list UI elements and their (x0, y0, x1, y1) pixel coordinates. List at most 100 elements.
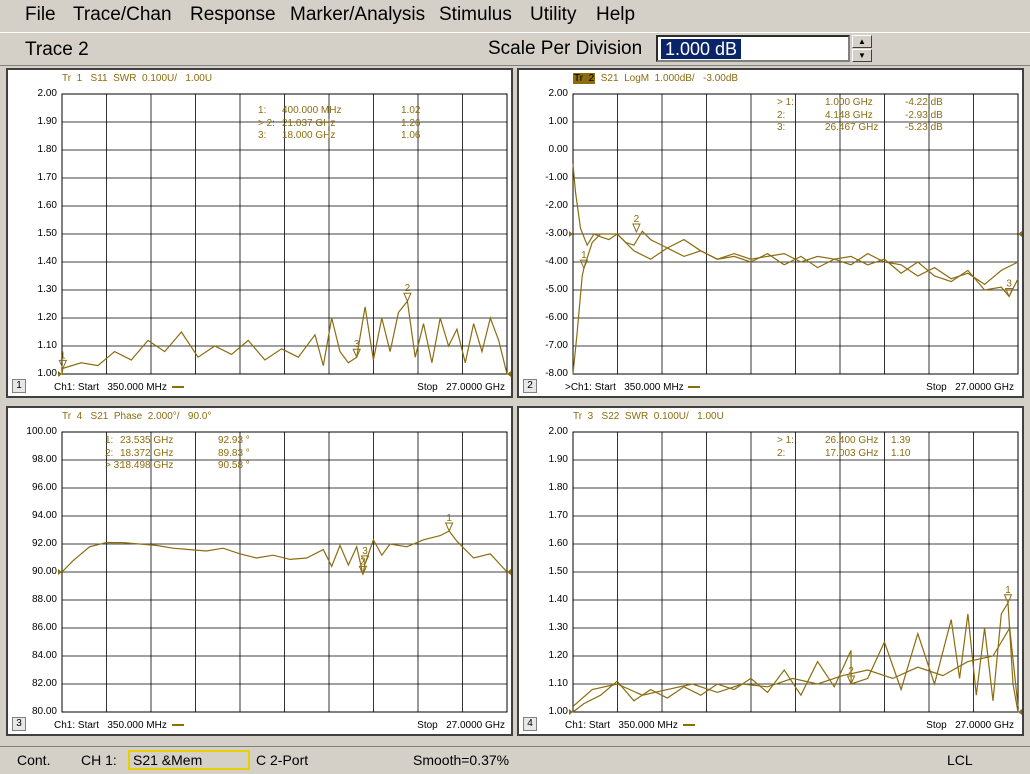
marker-readout-row[interactable]: 2: 17.003 GHz 1.10 (519, 448, 1018, 461)
y-tick-label: 1.40 (548, 594, 568, 605)
y-tick-label: 1.80 (548, 482, 568, 493)
y-tick-label: 0.00 (548, 144, 568, 155)
trace-window-4[interactable]: Tr 3 S22 SWR 0.100U/ 1.00U 1 2 2.00 1.90 1.80… (517, 406, 1024, 736)
marker-1-label: 1 (1005, 585, 1011, 596)
trace-window-3[interactable]: Tr 4 S21 Phase 2.000°/ 90.0° 1 2 3 100.00 98.… (6, 406, 513, 736)
marker-1-triangle (444, 522, 454, 533)
stop-frequency-label[interactable]: Stop 27.0000 GHz (926, 720, 1014, 732)
marker-label: > 2: (258, 117, 275, 129)
window-number: 1 (12, 379, 26, 393)
status-smoothing: Smooth=0.37% (413, 752, 510, 768)
marker-readout-row[interactable]: > 3: 18.498 GHz 90.58 ° (8, 460, 507, 473)
start-frequency-label[interactable]: Ch1: Start 350.000 MHz (54, 382, 184, 394)
menu-marker-analysis[interactable]: Marker/Analysis (290, 4, 425, 26)
reference-level-right-arrow (1018, 231, 1022, 237)
y-tick-label: 92.00 (31, 538, 57, 549)
marker-2-triangle (403, 292, 412, 303)
reference-level-left-arrow (58, 569, 62, 575)
trace-color-swatch-icon (688, 386, 701, 389)
reference-level-left-arrow (58, 371, 62, 377)
y-tick-label: 2.00 (37, 88, 57, 99)
marker-3-label: 3 (362, 546, 368, 557)
menu-trace-chan[interactable]: Trace/Chan (73, 4, 172, 26)
marker-label: > 1: (777, 97, 794, 108)
stop-frequency-label[interactable]: Stop 27.0000 GHz (926, 382, 1014, 394)
trace-window-1[interactable]: Tr 1 S11 SWR 0.100U/ 1.00U 1 2 3 2.00 1.90 1.8… (6, 68, 513, 398)
scale-per-division-input[interactable]: 1.000 dB (656, 35, 850, 62)
marker-2-label: 2 (360, 556, 366, 567)
window-number: 3 (12, 717, 26, 731)
y-tick-label: 88.00 (31, 594, 57, 605)
y-tick-label: 1.30 (548, 622, 568, 633)
marker-readout-row[interactable]: 3: 26.467 GHz -5.23 dB (519, 122, 1018, 135)
marker-freq: 18.372 GHz (120, 447, 174, 459)
y-tick-label: 84.00 (31, 650, 57, 661)
y-tick-label: 1.30 (37, 284, 57, 295)
marker-value: 1.06 (401, 130, 421, 141)
start-frequency-label[interactable]: Ch1: Start 350.000 MHz (54, 720, 184, 732)
status-bar: Cont. CH 1: S21 &Mem C 2-Port Smooth=0.3… (0, 746, 1030, 774)
marker-readout-row[interactable]: 2: 18.372 GHz 89.83 ° (8, 448, 507, 461)
status-sweep-mode[interactable]: Cont. (17, 752, 50, 768)
spin-up-icon[interactable]: ▲ (852, 35, 872, 48)
marker-freq: 18.498 GHz (120, 460, 174, 471)
y-tick-label: -4.00 (545, 256, 568, 267)
marker-label: 3: (777, 122, 786, 133)
marker-value: -5.23 dB (905, 122, 943, 133)
status-channel: CH 1: (81, 752, 117, 768)
scale-value-text: 1.000 dB (661, 39, 742, 59)
marker-readout-row[interactable]: 2: 4.148 GHz -2.93 dB (519, 110, 1018, 123)
y-tick-label: -7.00 (545, 340, 568, 351)
menu-file[interactable]: File (25, 4, 56, 26)
y-tick-label: -5.00 (545, 284, 568, 295)
y-tick-label: 1.40 (37, 256, 57, 267)
marker-3-triangle (352, 348, 361, 359)
y-tick-label: 1.60 (37, 200, 57, 211)
marker-3-label: 3 (1006, 278, 1012, 289)
scale-per-division-label: Scale Per Division (488, 38, 643, 59)
marker-label: 2: (105, 447, 114, 459)
scale-spinner[interactable]: ▲ ▼ (852, 35, 872, 62)
stop-frequency-label[interactable]: Stop 27.0000 GHz (417, 720, 505, 732)
y-tick-label: 1.50 (37, 228, 57, 239)
status-measurement: S21 &Mem (133, 752, 203, 768)
y-tick-label: 86.00 (31, 622, 57, 633)
start-frequency-label[interactable]: Ch1: Start 350.000 MHz (565, 720, 695, 732)
y-tick-label: -2.00 (545, 200, 568, 211)
menu-stimulus[interactable]: Stimulus (439, 4, 512, 26)
marker-freq: 17.003 GHz (825, 447, 879, 459)
marker-readout-row[interactable]: > 1: 1.000 GHz -4.22 dB (519, 97, 1018, 110)
marker-freq: 4.148 GHz (825, 109, 873, 121)
start-frequency-label[interactable]: >Ch1: Start 350.000 MHz (565, 382, 701, 394)
start-frequency-text: Ch1: Start 350.000 MHz (54, 720, 170, 731)
marker-value: 1.02 (401, 105, 421, 116)
marker-freq: 26.467 GHz (825, 122, 879, 133)
marker-readout-row[interactable]: 1: 400.000 MHz 1.02 (8, 105, 507, 118)
y-tick-label: 1.10 (37, 340, 57, 351)
marker-readout-row[interactable]: 1: 23.535 GHz 92.93 ° (8, 435, 507, 448)
spin-down-icon[interactable]: ▼ (852, 49, 872, 62)
marker-freq: 18.000 GHz (282, 130, 336, 141)
y-tick-label: 1.00 (37, 368, 57, 379)
y-tick-label: 80.00 (31, 706, 57, 717)
y-tick-label: 1.70 (548, 510, 568, 521)
marker-readout-row[interactable]: > 2: 21.037 GHz 1.26 (8, 118, 507, 131)
trace-window-2[interactable]: Tr 2 S21 LogM 1.000dB/ -3.00dB 1 2 3 2.00 1.0… (517, 68, 1024, 398)
stop-frequency-label[interactable]: Stop 27.0000 GHz (417, 382, 505, 394)
marker-label: > 1: (777, 435, 794, 446)
marker-value: 90.58 ° (218, 460, 250, 471)
marker-freq: 23.535 GHz (120, 435, 174, 446)
menu-response[interactable]: Response (190, 4, 276, 26)
menu-utility[interactable]: Utility (530, 4, 576, 26)
marker-readout-row[interactable]: > 1: 26.400 GHz 1.39 (519, 435, 1018, 448)
marker-value: 92.93 ° (218, 435, 250, 446)
marker-readout-table: 1: 23.535 GHz 92.93 ° 2: 18.372 GHz 89.83 ° > … (8, 435, 507, 473)
marker-label: 1: (258, 105, 267, 116)
y-tick-label: 1.00 (548, 706, 568, 717)
start-frequency-text: Ch1: Start 350.000 MHz (54, 382, 170, 393)
marker-2-triangle (358, 565, 368, 576)
marker-readout-row[interactable]: 3: 18.000 GHz 1.06 (8, 130, 507, 143)
status-calibration: C 2-Port (256, 752, 309, 768)
marker-label: 1: (105, 435, 114, 446)
menu-help[interactable]: Help (596, 4, 635, 26)
